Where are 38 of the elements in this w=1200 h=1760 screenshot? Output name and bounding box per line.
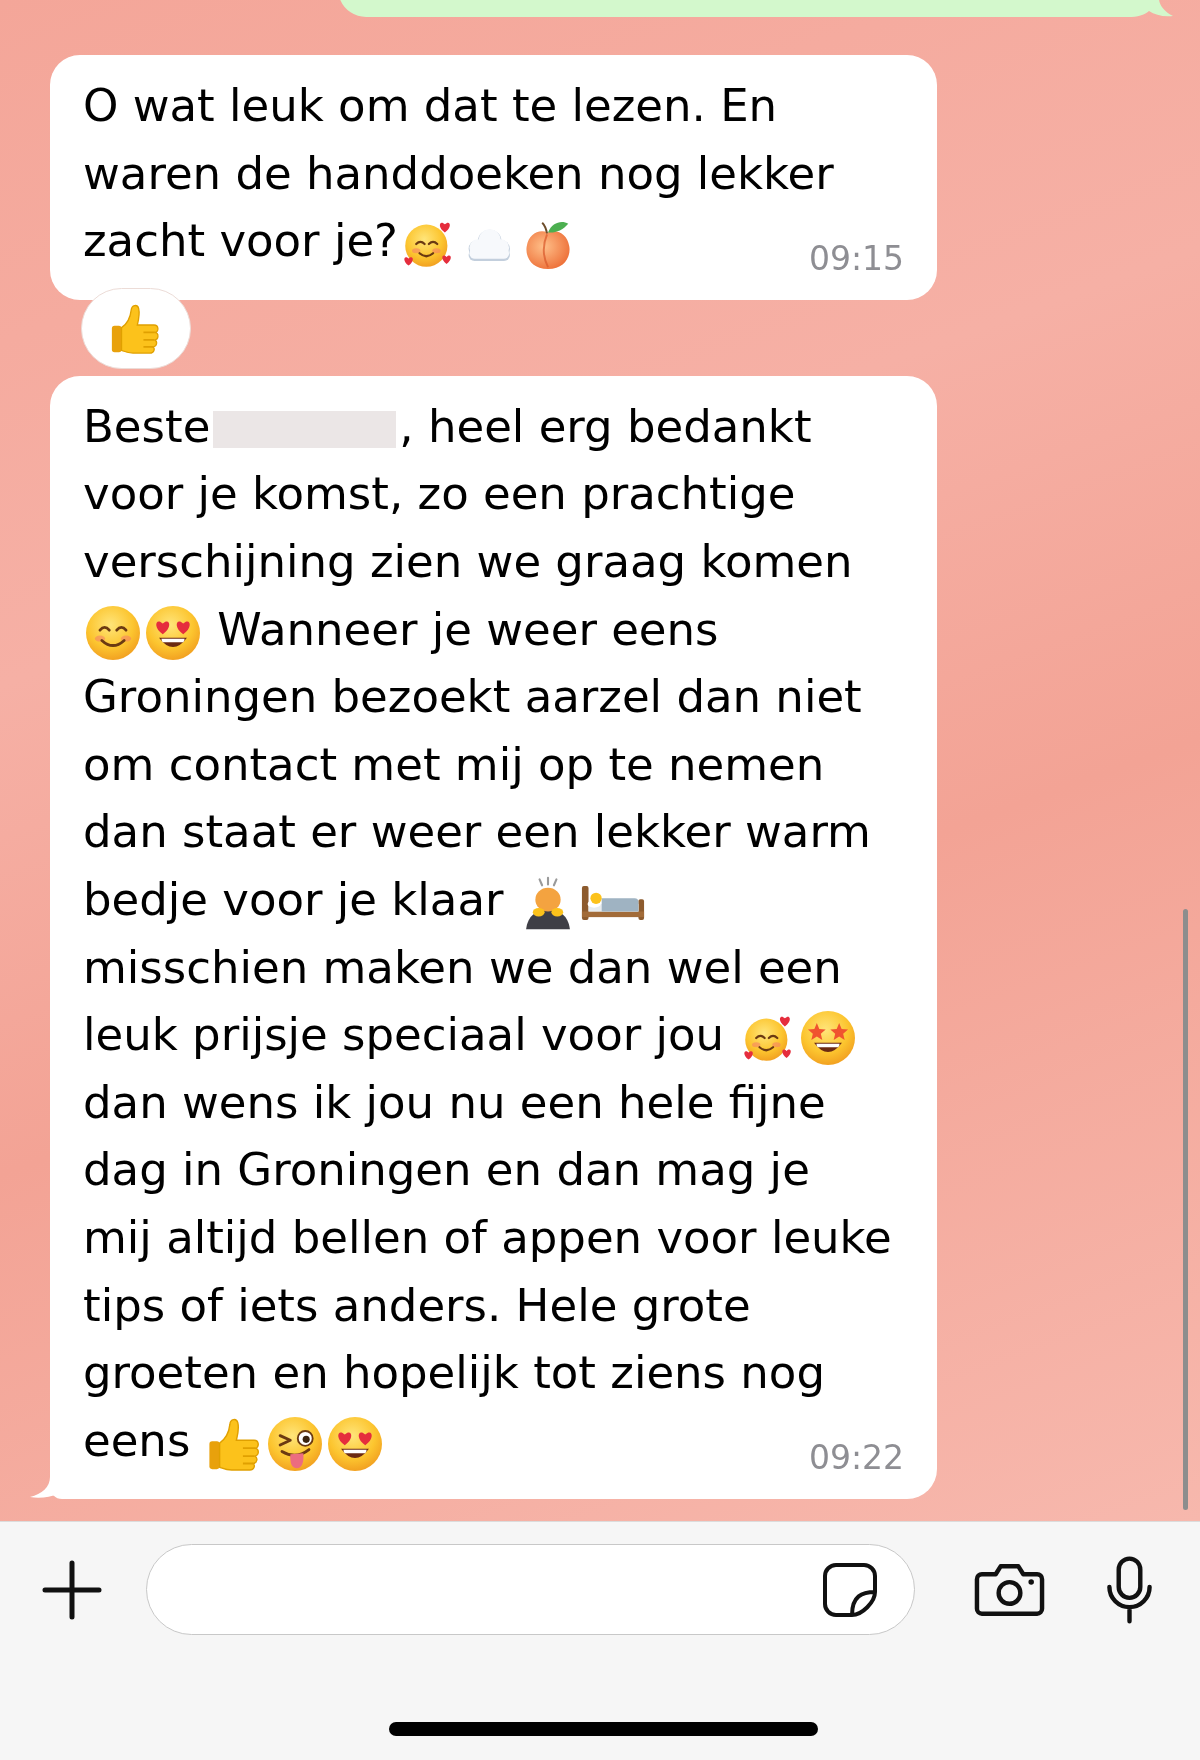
message-text: dag in Groningen en dan mag je [83,1143,810,1197]
heart-eyes-face-icon [327,1416,382,1471]
message-text: verschijning zien we graag komen [83,534,853,588]
message-text: , heel erg bedankt [399,399,812,453]
message-text: dan staat er weer een lekker warm [83,805,871,859]
person-in-bed-icon [580,885,645,920]
message-text: Wanneer je weer eens [216,602,719,656]
message-text: dan wens ik jou nu een hele fijne [83,1075,826,1129]
sticker-button[interactable] [822,1561,878,1618]
message-text: groeten en hopelijk tot ziens nog [83,1346,825,1400]
attach-button[interactable] [42,1559,102,1620]
message-text: mij altijd bellen of appen voor leuke [83,1210,892,1264]
winking-tongue-face-icon [267,1416,322,1471]
message-text: eens [83,1413,192,1467]
message-text: om contact met mij op te nemen [83,737,825,791]
message-text: leuk prijsje speciaal voor jou [83,1008,726,1062]
smiling-face-icon [86,605,140,660]
message-text: zacht voor je? [83,214,398,268]
message-time: 09:15 [808,239,904,278]
sticker-icon [822,1561,878,1618]
thumbs-up-icon [111,302,161,354]
message-text: tips of iets anders. Hele grote [83,1278,751,1332]
message-text: voor je komst, zo een prachtige [83,467,796,521]
message-time: 09:22 [808,1439,904,1478]
microphone-button[interactable] [1105,1554,1154,1625]
message-text: Beste [83,399,211,453]
star-eyes-face-icon [801,1011,856,1066]
message-text: bedje voor je klaar [83,872,505,926]
plus-icon [42,1559,102,1620]
thumbs-up-icon [207,1416,262,1471]
message-text: waren de handdoeken nog lekker [83,146,834,200]
microphone-icon [1105,1554,1154,1625]
camera-icon [974,1561,1045,1618]
heart-eyes-face-icon [146,605,200,660]
message-text: O wat leuk om dat te lezen. En [83,79,778,132]
camera-button[interactable] [974,1561,1045,1618]
message-text: Groningen bezoekt aarzel dan niet [83,670,862,724]
message-text: misschien maken we dan wel een [83,940,842,994]
